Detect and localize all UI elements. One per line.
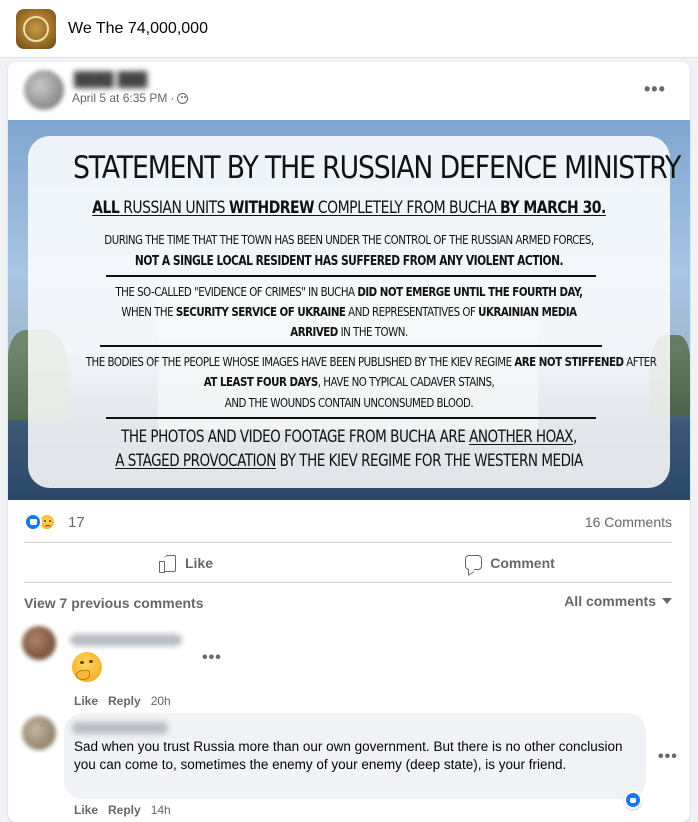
divider-rule	[106, 275, 596, 277]
comments-filter[interactable]: All comments	[564, 593, 672, 609]
comment-text: Sad when you trust Russia more than our …	[74, 739, 623, 772]
commenter-name-blurred[interactable]	[70, 634, 182, 646]
post-more-icon[interactable]: •••	[644, 80, 666, 98]
post-actions: Like Comment	[24, 543, 672, 582]
comment-label: Comment	[490, 554, 555, 571]
comment-like-link[interactable]: Like	[74, 803, 98, 817]
author-name-blurred[interactable]: ████ ███	[74, 71, 147, 87]
group-name[interactable]: We The 74,000,000	[68, 20, 208, 38]
commenter-avatar[interactable]	[22, 716, 56, 750]
statement-line: WHEN THE SECURITY SERVICE OF UKRAINE AND…	[121, 304, 577, 319]
like-button[interactable]: Like	[24, 543, 348, 582]
statement-panel: STATEMENT BY THE RUSSIAN DEFENCE MINISTR…	[28, 136, 681, 488]
statement-line: AND THE WOUNDS CONTAIN UNCONSUMED BLOOD.	[224, 395, 474, 410]
like-reaction-icon	[24, 513, 42, 531]
chevron-down-icon	[662, 598, 672, 604]
group-logo[interactable]	[16, 8, 56, 49]
meta-separator: ·	[170, 91, 175, 105]
statement-title: STATEMENT BY THE RUSSIAN DEFENCE MINISTR…	[72, 150, 681, 186]
divider-rule	[100, 345, 602, 347]
comment-icon	[465, 555, 483, 570]
view-previous-comments[interactable]: View 7 previous comments	[24, 595, 203, 611]
statement-line: THE PHOTOS AND VIDEO FOOTAGE FROM BUCHA …	[121, 427, 577, 446]
post-image[interactable]: STATEMENT BY THE RUSSIAN DEFENCE MINISTR…	[8, 120, 690, 500]
divider	[24, 582, 672, 583]
reaction-count[interactable]: 17	[68, 514, 85, 531]
reactions-bar: 17 16 Comments	[8, 506, 690, 538]
commenter-name-blurred[interactable]	[72, 722, 168, 734]
comment-time[interactable]: 20h	[151, 694, 171, 708]
statement-line: A STAGED PROVOCATION BY THE KIEV REGIME …	[115, 451, 583, 470]
post-card: ████ ███ April 5 at 6:35 PM · ••• STATEM…	[8, 62, 690, 822]
statement-line: THE BODIES OF THE PEOPLE WHOSE IMAGES HA…	[85, 354, 657, 369]
comment-like-link[interactable]: Like	[74, 694, 98, 708]
comments-filter-label: All comments	[564, 593, 656, 609]
comment-time[interactable]: 14h	[151, 803, 171, 817]
reaction-icons[interactable]	[24, 513, 56, 531]
statement-line: NOT A SINGLE LOCAL RESIDENT HAS SUFFERED…	[134, 254, 564, 269]
comments-count[interactable]: 16 Comments	[585, 514, 672, 530]
post-meta: April 5 at 6:35 PM ·	[72, 91, 189, 105]
comment-reply-link[interactable]: Reply	[108, 694, 141, 708]
thumbs-up-icon	[158, 554, 177, 573]
statement-line: DURING THE TIME THAT THE TOWN HAS BEEN U…	[104, 232, 594, 247]
globe-icon[interactable]	[177, 92, 189, 104]
comment-reply-link[interactable]: Reply	[108, 803, 141, 817]
group-header: We The 74,000,000	[0, 0, 698, 58]
statement-line: ARRIVED IN THE TOWN.	[290, 324, 408, 339]
thinking-face-icon	[72, 652, 102, 682]
post-header: ████ ███ April 5 at 6:35 PM · •••	[8, 62, 690, 120]
commenter-avatar[interactable]	[22, 626, 56, 660]
like-label: Like	[184, 554, 213, 571]
seal-icon	[23, 15, 49, 42]
statement-line: AT LEAST FOUR DAYS, HAVE NO TYPICAL CADA…	[203, 374, 495, 389]
comment-button[interactable]: Comment	[348, 543, 672, 582]
comment-like-badge-icon[interactable]	[624, 791, 642, 809]
statement-line: ALL RUSSIAN UNITS WITHDREW COMPLETELY FR…	[92, 198, 606, 218]
comment-more-icon[interactable]: •••	[658, 748, 678, 766]
comment-actions: Like Reply 14h	[74, 803, 171, 817]
divider-rule	[106, 417, 596, 419]
post-timestamp[interactable]: April 5 at 6:35 PM	[72, 91, 167, 105]
comment-actions: Like Reply 20h	[74, 694, 171, 708]
statement-line: THE SO-CALLED "EVIDENCE OF CRIMES" IN BU…	[115, 284, 583, 299]
comment-more-icon[interactable]: •••	[202, 649, 222, 667]
author-avatar[interactable]	[24, 70, 64, 110]
